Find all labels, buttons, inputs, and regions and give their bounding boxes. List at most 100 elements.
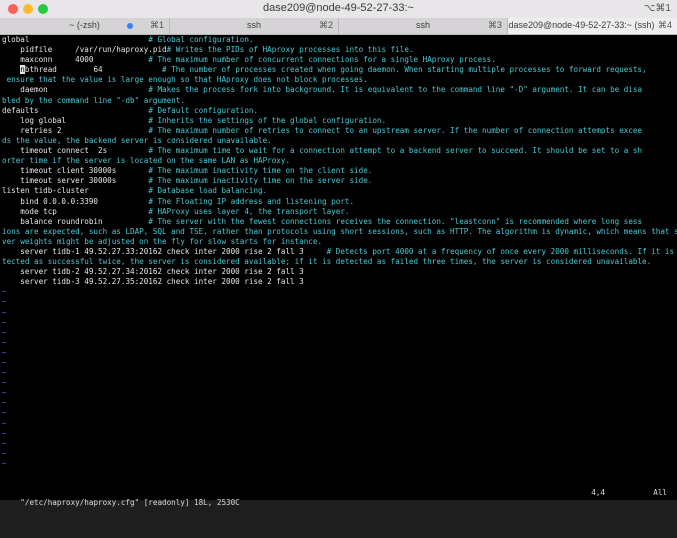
- empty-buffer-tilde: ~: [2, 378, 7, 388]
- config-comment: # The Floating IP address and listening …: [148, 196, 355, 206]
- empty-buffer-tilde: ~: [2, 388, 7, 398]
- empty-buffer-tilde: ~: [2, 428, 7, 438]
- config-comment: # The maximum inactivity time on the ser…: [148, 176, 373, 186]
- config-comment: # The server with the fewest connections…: [148, 216, 643, 226]
- empty-buffer-tilde: ~: [2, 307, 7, 317]
- config-comment: # HAProxy uses layer 4, the transport la…: [148, 206, 350, 216]
- config-comment: ensure that the value is large enough so…: [2, 75, 368, 85]
- tab-shortcut: ⌘4: [657, 20, 672, 30]
- tab-zsh[interactable]: ~ (-zsh) ⌘1: [0, 18, 170, 34]
- empty-buffer-tilde: ~: [2, 448, 7, 458]
- tab-ssh-3[interactable]: ssh ⌘3: [339, 18, 508, 34]
- config-line: bind 0.0.0.0:3390 # The Floating IP addr…: [2, 197, 677, 207]
- empty-buffer-tilde: ~: [2, 418, 7, 428]
- empty-buffer-tilde: ~: [2, 458, 7, 468]
- config-directive: bind 0.0.0.0:3390: [2, 196, 99, 206]
- config-comment: # The maximum number of retries to conne…: [148, 125, 643, 135]
- config-line: mode tcp # HAProxy uses layer 4, the tra…: [2, 207, 677, 217]
- status-scroll-indicator: All: [653, 488, 667, 497]
- config-directive: timeout connect 2s: [2, 146, 108, 156]
- empty-buffer-tilde: ~: [2, 398, 7, 408]
- config-comment: ions are expected, such as LDAP, SQL and…: [2, 226, 677, 236]
- title-bar[interactable]: dase209@node-49-52-27-33:~ ⌥⌘1: [0, 0, 677, 19]
- config-comment: bled by the command line "-db" argument.: [2, 95, 185, 105]
- config-line: maxconn 4000 # The maximum number of con…: [2, 55, 677, 65]
- text-cursor: n: [20, 65, 25, 75]
- config-directive: listen tidb-cluster: [2, 186, 89, 196]
- vim-status-line: "/etc/haproxy/haproxy.cfg" [readonly] 18…: [2, 488, 675, 507]
- config-comment: orter time if the server is located on t…: [2, 156, 291, 166]
- config-line: server tidb-2 49.52.27.34:20162 check in…: [2, 267, 677, 277]
- empty-buffer-tilde: ~: [2, 438, 7, 448]
- config-line: retries 2 # The maximum number of retrie…: [2, 126, 677, 136]
- config-comment: # The number of processes created when g…: [148, 65, 647, 75]
- tab-label: ~ (-zsh): [69, 20, 100, 30]
- window-shortcut: ⌥⌘1: [643, 3, 671, 14]
- config-comment: ver weights might be adjusted on the fly…: [2, 236, 323, 246]
- config-line: server tidb-3 49.52.27.35:20162 check in…: [2, 277, 677, 287]
- config-comment: # Global configuration.: [148, 35, 254, 44]
- tab-shortcut: ⌘1: [149, 20, 164, 30]
- terminal-window: dase209@node-49-52-27-33:~ ⌥⌘1 ~ (-zsh) …: [0, 0, 677, 507]
- config-line: tected as successful twice, the server i…: [2, 257, 677, 267]
- config-directive: defaults: [2, 105, 39, 115]
- tab-label: ssh: [246, 20, 261, 30]
- tab-ssh-2[interactable]: ssh ⌘2: [170, 18, 339, 34]
- config-comment: ds the value, the backend server is cons…: [2, 135, 272, 145]
- config-comment: # Inherits the settings of the global co…: [148, 115, 387, 125]
- config-comment: # Makes the process fork into background…: [148, 85, 643, 95]
- empty-buffer-tilde: ~: [2, 287, 7, 297]
- empty-buffer-tilde: ~: [2, 297, 7, 307]
- empty-buffer-tilde: ~: [2, 358, 7, 367]
- config-comment: # The maximum number of concurrent conne…: [148, 55, 496, 65]
- config-directive: timeout server 30000s: [2, 176, 117, 186]
- empty-buffer-tilde: ~: [2, 408, 7, 418]
- config-line: global # Global configuration.: [2, 35, 677, 45]
- config-directive: daemon: [2, 85, 48, 95]
- empty-buffer-tilde: ~: [2, 317, 7, 327]
- terminal-content[interactable]: global # Global configuration. pidfile /…: [2, 35, 677, 485]
- tab-shortcut: ⌘3: [487, 20, 502, 30]
- config-comment: # Detects port 4000 at a frequency of on…: [303, 246, 677, 256]
- tab-shortcut: ⌘2: [318, 20, 333, 30]
- config-line: server tidb-1 49.52.27.33:20162 check in…: [2, 247, 677, 257]
- config-directive: log global: [2, 115, 67, 125]
- config-directive: timeout client 30000s: [2, 166, 117, 176]
- config-comment: tected as successful twice, the server i…: [2, 257, 652, 267]
- status-file-info: "/etc/haproxy/haproxy.cfg" [readonly] 18…: [20, 498, 240, 507]
- config-directive: mode tcp: [2, 206, 57, 216]
- empty-buffer-tilde: ~: [2, 368, 7, 378]
- config-line: defaults # Default configuration.: [2, 106, 677, 116]
- config-directive: maxconn 4000: [2, 55, 94, 65]
- config-comment: # Default configuration.: [148, 105, 259, 115]
- config-line: ds the value, the backend server is cons…: [2, 136, 677, 146]
- config-comment: # The maximum time to wait for a connect…: [148, 146, 643, 156]
- tab-label: ssh: [415, 20, 430, 30]
- window-title: dase209@node-49-52-27-33:~: [263, 2, 414, 14]
- config-directive: retries 2: [2, 125, 62, 135]
- config-directive: balance roundrobin: [2, 216, 103, 226]
- tab-ssh-active[interactable]: dase209@node-49-52-27-33:~ (ssh) ⌘4: [508, 18, 677, 34]
- activity-dot-icon: [127, 23, 133, 29]
- config-directive: server tidb-3 49.52.27.35:20162 check in…: [2, 277, 304, 287]
- tab-bar: ~ (-zsh) ⌘1 ssh ⌘2 ssh ⌘3 dase209@node-4…: [0, 18, 677, 35]
- config-line: listen tidb-cluster # Database load bala…: [2, 186, 677, 196]
- config-line: nbthread 64 # The number of processes cr…: [2, 65, 677, 75]
- config-line: ver weights might be adjusted on the fly…: [2, 237, 677, 247]
- config-line: ions are expected, such as LDAP, SQL and…: [2, 227, 677, 237]
- config-comment: # Writes the PIDs of HAproxy processes i…: [166, 45, 414, 55]
- status-cursor-position: 4,4: [591, 488, 605, 497]
- config-comment: # The maximum inactivity time on the cli…: [148, 166, 373, 176]
- tab-label: dase209@node-49-52-27-33:~ (ssh): [508, 20, 655, 30]
- config-line: timeout connect 2s # The maximum time to…: [2, 146, 677, 156]
- config-line: daemon # Makes the process fork into bac…: [2, 85, 677, 95]
- config-line: orter time if the server is located on t…: [2, 156, 677, 166]
- config-line: log global # Inherits the settings of th…: [2, 116, 677, 126]
- config-directive: server tidb-2 49.52.27.34:20162 check in…: [2, 267, 304, 277]
- config-line: ensure that the value is large enough so…: [2, 75, 677, 85]
- config-directive: nbthread 64: [20, 65, 103, 75]
- config-line: pidfile /var/run/haproxy.pid# Writes the…: [2, 45, 677, 55]
- config-directive: server tidb-1 49.52.27.33:20162 check in…: [2, 246, 304, 256]
- config-line: bled by the command line "-db" argument.: [2, 96, 677, 106]
- empty-buffer-tilde: ~: [2, 327, 7, 337]
